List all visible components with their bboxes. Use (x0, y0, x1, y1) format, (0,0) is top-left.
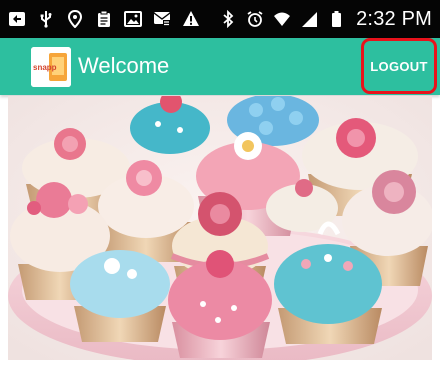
cupcakes-photo (8, 96, 432, 360)
usb-icon (37, 10, 55, 28)
image-notification-icon (8, 10, 26, 28)
cupcakes-photo-icon (8, 96, 432, 360)
gallery-icon (124, 10, 142, 28)
alarm-icon (246, 10, 264, 28)
message-icon (153, 10, 171, 28)
logout-button[interactable]: LOGOUT (361, 38, 437, 94)
warning-icon (182, 10, 200, 28)
battery-icon (327, 10, 345, 28)
status-bar-notifications (8, 10, 200, 28)
app-bar: snapp Welcome LOGOUT (0, 38, 440, 95)
signal-icon (300, 10, 318, 28)
app-logo-text: snapp (33, 63, 57, 72)
clipboard-icon (95, 10, 113, 28)
status-bar-time: 2:32 PM (356, 7, 432, 30)
bluetooth-icon (219, 10, 237, 28)
logout-button-label: LOGOUT (370, 58, 428, 74)
page-title: Welcome (78, 53, 170, 78)
wifi-icon (273, 10, 291, 28)
status-bar: 2:32 PM (0, 0, 440, 38)
location-icon (66, 10, 84, 28)
status-bar-system: 2:32 PM (219, 8, 432, 31)
app-logo: snapp (31, 47, 71, 87)
